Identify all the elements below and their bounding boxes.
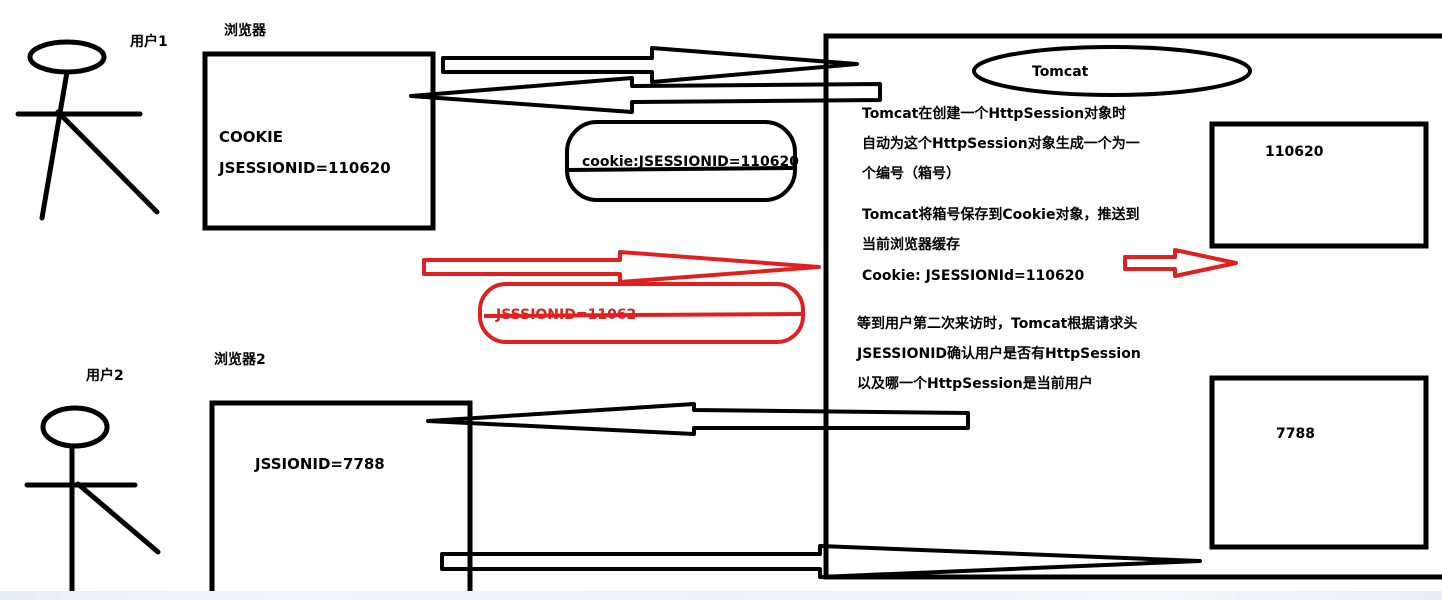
tomcat-note1-line3: 个编号（箱号） — [862, 166, 960, 182]
arrow-red-to-session — [1123, 248, 1238, 278]
tomcat-note2-line1: Tomcat将箱号保存到Cookie对象，推送到 — [862, 207, 1140, 223]
tomcat-ellipse — [972, 45, 1252, 97]
tomcat-note2-line3: Cookie: JSESSIONId=110620 — [862, 268, 1085, 284]
user2-label: 用户2 — [86, 368, 124, 384]
arrow-red-request — [422, 250, 821, 284]
session-box-1-value: 110620 — [1265, 144, 1324, 160]
session-box-2 — [1209, 375, 1429, 550]
user1-label: 用户1 — [130, 34, 168, 50]
browser2-title: 浏览器2 — [214, 352, 266, 368]
user1-figure — [15, 39, 160, 221]
arrow-response-to-browser1 — [409, 76, 882, 114]
session-box-2-value: 7788 — [1276, 426, 1315, 442]
browser1-cookie-value: JSESSIONID=110620 — [219, 159, 391, 177]
tomcat-note1-line1: Tomcat在创建一个HttpSession对象时 — [862, 106, 1127, 122]
browser1-cookie-title: COOKIE — [219, 128, 283, 146]
browser2-box — [209, 400, 473, 600]
arrow-response-to-browser2 — [426, 402, 970, 436]
cookie-transfer-text: cookie:JSESSIONID=110620 — [582, 154, 799, 170]
session-diagram — [15, 33, 1442, 600]
arrow-request2-to-tomcat — [440, 544, 1202, 579]
tomcat-note3-line2: JSESSIONID确认用户是否有HttpSession — [857, 346, 1141, 362]
tomcat-note3-line1: 等到用户第二次来访时，Tomcat根据请求头 — [857, 316, 1138, 332]
tomcat-title: Tomcat — [1032, 64, 1089, 80]
user2-figure — [24, 405, 161, 597]
arrow-request-to-tomcat — [441, 46, 859, 84]
tomcat-note3-line3: 以及哪一个HttpSession是当前用户 — [857, 376, 1093, 392]
tomcat-note1-line2: 自动为这个HttpSession对象生成一个为一 — [862, 136, 1140, 152]
red-request-text: JSSSIONID=11062 — [496, 307, 637, 323]
tomcat-note2-line2: 当前浏览器缓存 — [862, 237, 960, 253]
bottom-strip — [0, 591, 1442, 600]
browser2-cookie-value: JSSIONID=7788 — [255, 455, 385, 473]
session-box-1 — [1209, 121, 1429, 249]
browser1-title: 浏览器 — [224, 23, 266, 39]
